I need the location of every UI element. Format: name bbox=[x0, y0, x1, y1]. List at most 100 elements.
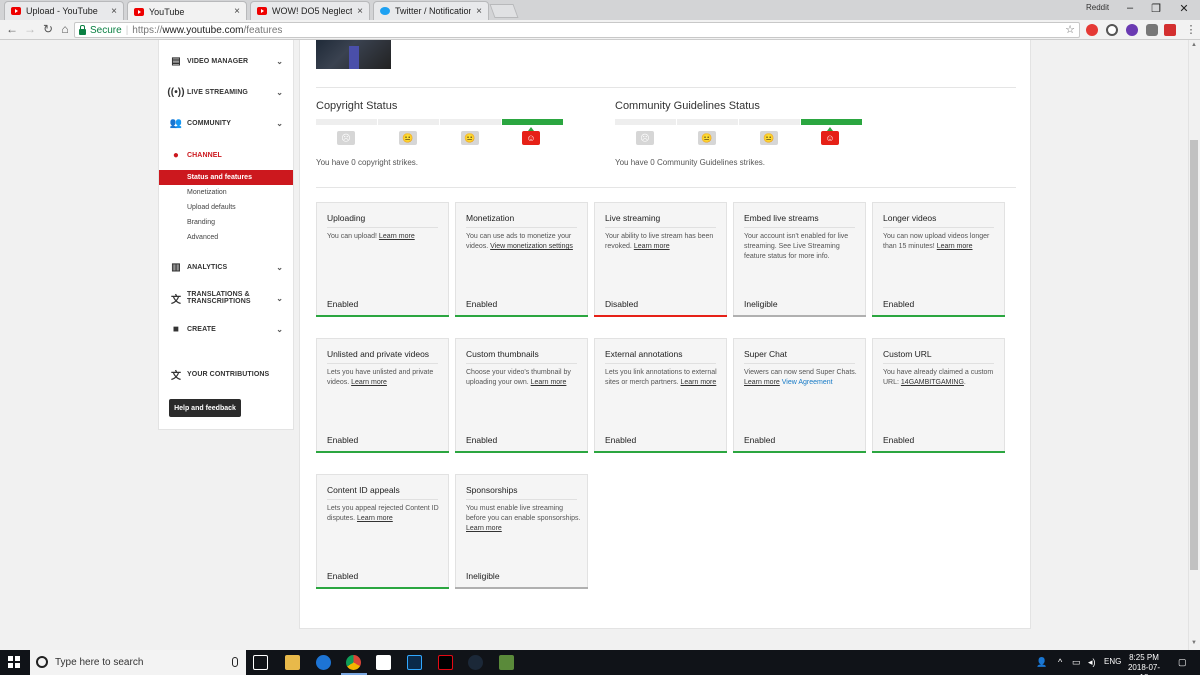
bookmark-star-icon[interactable]: ☆ bbox=[1065, 23, 1075, 36]
store-icon[interactable] bbox=[376, 655, 391, 670]
feature-card-custom-url: Custom URL You have already claimed a cu… bbox=[872, 338, 1005, 453]
photoshop-icon[interactable] bbox=[407, 655, 422, 670]
feature-card-monetization: Monetization You can use ads to monetize… bbox=[455, 202, 588, 317]
sidebar-item-your-contributions[interactable]: 文 YOUR CONTRIBUTIONS bbox=[159, 364, 293, 384]
learn-more-link[interactable]: Learn more bbox=[351, 379, 387, 386]
back-icon[interactable]: ← bbox=[4, 22, 20, 36]
feature-card-super-chat: Super Chat Viewers can now send Super Ch… bbox=[733, 338, 866, 453]
close-icon[interactable]: × bbox=[357, 6, 363, 17]
learn-more-link[interactable]: Learn more bbox=[466, 525, 502, 532]
strike-segment bbox=[316, 119, 377, 125]
network-icon[interactable]: ▭ bbox=[1072, 657, 1081, 668]
sidebar-subitem-monetization[interactable]: Monetization bbox=[159, 185, 293, 200]
microphone-icon[interactable] bbox=[232, 657, 238, 667]
sidebar-item-community[interactable]: 👥 COMMUNITY ⌄ bbox=[159, 113, 293, 133]
minimize-icon[interactable]: – bbox=[1120, 2, 1140, 14]
scrollbar-thumb[interactable] bbox=[1190, 140, 1198, 570]
feature-card-uploading: Uploading You can upload! Learn more Ena… bbox=[316, 202, 449, 317]
extension-icon[interactable] bbox=[1146, 24, 1158, 36]
custom-url-link[interactable]: 14GAMBITGAMING bbox=[901, 379, 964, 386]
chevron-down-icon[interactable]: ⌄ bbox=[276, 263, 283, 272]
chevron-down-icon[interactable]: ⌄ bbox=[276, 294, 283, 303]
block-icon[interactable] bbox=[1106, 24, 1118, 36]
volume-icon[interactable]: ◂) bbox=[1088, 657, 1096, 668]
chevron-down-icon[interactable]: ⌄ bbox=[276, 325, 283, 334]
task-view-icon[interactable] bbox=[253, 655, 268, 670]
taskbar-search-input[interactable]: Type here to search bbox=[30, 650, 246, 675]
divider: | bbox=[125, 24, 129, 36]
forward-icon[interactable]: → bbox=[22, 22, 38, 36]
help-and-feedback-button[interactable]: Help and feedback bbox=[169, 399, 241, 417]
tab-twitter[interactable]: Twitter / Notifications × bbox=[373, 1, 489, 20]
netflix-icon[interactable] bbox=[438, 655, 453, 670]
divider bbox=[466, 499, 577, 500]
card-title: Embed live streams bbox=[744, 213, 819, 223]
sidebar-subitem-advanced[interactable]: Advanced bbox=[159, 230, 293, 245]
chevron-down-icon[interactable]: ⌄ bbox=[276, 119, 283, 128]
url-text[interactable]: https://www.youtube.com/features bbox=[132, 25, 282, 36]
file-explorer-icon[interactable] bbox=[285, 655, 300, 670]
language-indicator[interactable]: ENG bbox=[1104, 657, 1121, 666]
chevron-up-icon[interactable]: ^ bbox=[1058, 657, 1062, 667]
tab-youtube[interactable]: YouTube × bbox=[127, 1, 247, 21]
learn-more-link[interactable]: Learn more bbox=[531, 379, 567, 386]
close-icon[interactable]: × bbox=[476, 6, 482, 17]
home-icon[interactable]: ⌂ bbox=[57, 22, 73, 36]
windows-start-icon[interactable] bbox=[8, 656, 20, 668]
status-bar-enabled bbox=[872, 451, 1005, 453]
edge-icon[interactable] bbox=[316, 655, 331, 670]
people-icon[interactable]: 👤 bbox=[1036, 657, 1047, 668]
view-monetization-settings-link[interactable]: View monetization settings bbox=[490, 243, 573, 250]
address-bar[interactable]: Secure | https://www.youtube.com/feature… bbox=[74, 22, 1080, 38]
menu-kebab-icon[interactable]: ⋮ bbox=[1183, 23, 1199, 36]
app-icon[interactable] bbox=[499, 655, 514, 670]
chrome-icon[interactable] bbox=[346, 655, 361, 670]
maximize-icon[interactable]: ❐ bbox=[1146, 2, 1166, 15]
scroll-up-icon[interactable]: ▲ bbox=[1190, 42, 1198, 48]
sidebar-subitem-upload-defaults[interactable]: Upload defaults bbox=[159, 200, 293, 215]
tab-label: Twitter / Notifications bbox=[395, 6, 472, 16]
close-icon[interactable]: × bbox=[111, 6, 117, 17]
creator-studio-sidebar: ▤ VIDEO MANAGER ⌄ ((•)) LIVE STREAMING ⌄… bbox=[158, 40, 294, 430]
sidebar-item-live-streaming[interactable]: ((•)) LIVE STREAMING ⌄ bbox=[159, 82, 293, 102]
divider bbox=[466, 227, 577, 228]
close-window-icon[interactable]: ✕ bbox=[1174, 2, 1194, 15]
tab-upload-youtube[interactable]: Upload - YouTube × bbox=[4, 1, 124, 20]
close-icon[interactable]: × bbox=[234, 6, 240, 17]
sidebar-item-translations[interactable]: 文 TRANSLATIONS & TRANSCRIPTIONS ⌄ bbox=[159, 288, 293, 308]
scroll-down-icon[interactable]: ▼ bbox=[1190, 640, 1198, 646]
divider bbox=[466, 363, 577, 364]
extension-icon[interactable] bbox=[1164, 24, 1176, 36]
steam-icon[interactable] bbox=[468, 655, 483, 670]
reload-icon[interactable]: ↻ bbox=[40, 22, 56, 36]
learn-more-link[interactable]: Learn more bbox=[357, 515, 393, 522]
profile-name[interactable]: Reddit bbox=[1086, 3, 1109, 12]
sidebar-subitem-status-and-features[interactable]: Status and features bbox=[159, 170, 293, 185]
sidebar-item-video-manager[interactable]: ▤ VIDEO MANAGER ⌄ bbox=[159, 51, 293, 71]
system-clock[interactable]: 8:25 PM 2018-07-18 bbox=[1124, 653, 1164, 675]
sidebar-item-analytics[interactable]: ▥ ANALYTICS ⌄ bbox=[159, 257, 293, 277]
learn-more-link[interactable]: Learn more bbox=[379, 233, 415, 240]
learn-more-link[interactable]: Learn more bbox=[744, 379, 780, 386]
sidebar-subitem-branding[interactable]: Branding bbox=[159, 215, 293, 230]
community-guidelines-status-title: Community Guidelines Status bbox=[615, 100, 760, 112]
card-title: Custom URL bbox=[883, 349, 932, 359]
tab-wow-video[interactable]: WOW! DO5 Neglect Sca × bbox=[250, 1, 370, 20]
new-tab-button[interactable] bbox=[489, 4, 519, 18]
chevron-down-icon[interactable]: ⌄ bbox=[276, 57, 283, 66]
tab-label: Upload - YouTube bbox=[26, 6, 98, 16]
learn-more-link[interactable]: Learn more bbox=[634, 243, 670, 250]
extension-icon[interactable] bbox=[1086, 24, 1098, 36]
channel-thumbnail bbox=[316, 40, 391, 69]
feature-card-external-annotations: External annotations Lets you link annot… bbox=[594, 338, 727, 453]
feature-card-unlisted-and-private: Unlisted and private videos Lets you hav… bbox=[316, 338, 449, 453]
card-title: Longer videos bbox=[883, 213, 937, 223]
sidebar-item-create[interactable]: ■ CREATE ⌄ bbox=[159, 319, 293, 339]
extension-icon[interactable] bbox=[1126, 24, 1138, 36]
learn-more-link[interactable]: Learn more bbox=[937, 243, 973, 250]
learn-more-link[interactable]: Learn more bbox=[680, 379, 716, 386]
chevron-down-icon[interactable]: ⌄ bbox=[276, 88, 283, 97]
notifications-icon[interactable]: ▢ bbox=[1178, 657, 1187, 668]
view-agreement-link[interactable]: View Agreement bbox=[782, 379, 833, 386]
sidebar-item-channel[interactable]: ● CHANNEL bbox=[159, 145, 293, 165]
